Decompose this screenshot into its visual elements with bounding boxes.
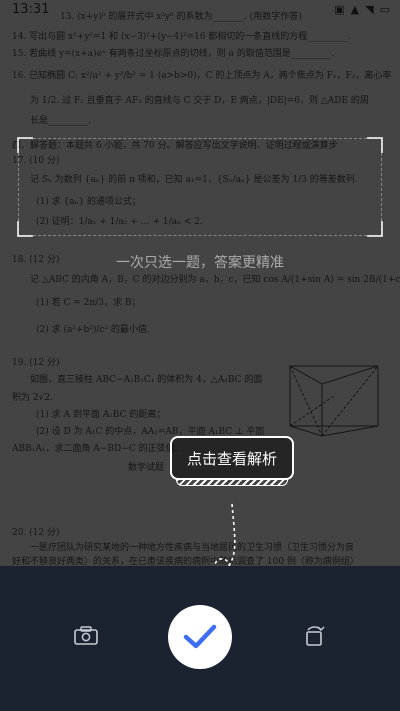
- camera-switch-icon: [74, 626, 98, 645]
- signal-icon: ▲: [350, 3, 360, 16]
- rotate-button[interactable]: [300, 624, 328, 648]
- doc-line: 记 △ABC 的内角 A，B，C 的对边分别为 a，b，c，已知 cos A/(…: [30, 275, 400, 285]
- frame-corner-handle[interactable]: [17, 137, 33, 153]
- doc-line: 为 1/2. 过 F₁ 且垂直于 AF₂ 的直线与 C 交于 D，E 两点，|D…: [30, 96, 369, 106]
- doc-line: 19. (12 分): [12, 358, 60, 368]
- camera-switch-button[interactable]: [72, 624, 100, 648]
- frame-corner-handle[interactable]: [367, 221, 383, 237]
- view-analysis-button[interactable]: 点击查看解析: [170, 436, 294, 486]
- doc-line: 积为 2√2.: [12, 393, 53, 403]
- rotate-icon: [306, 626, 325, 646]
- status-icons: ▣ ▲ ◥ ▭: [334, 3, 390, 16]
- doc-line: (1) 若 C = 2π/3，求 B；: [36, 298, 141, 308]
- doc-line: 15. 若曲线 y=(x+a)eˣ 有两条过坐标原点的切线，则 a 的取值范围是…: [12, 49, 335, 59]
- checkmark-icon: [183, 624, 217, 649]
- frame-corner-handle[interactable]: [17, 221, 33, 237]
- confirm-button[interactable]: [168, 605, 232, 669]
- doc-line: 如图，直三棱柱 ABC−A₁B₁C₁ 的体积为 4，△A₁BC 的面: [30, 375, 263, 385]
- status-time: 13:31: [12, 2, 50, 17]
- doc-line: ABB₁A₁，求二面角 A−BD−C 的正弦值.: [12, 444, 178, 454]
- doc-line: 一医疗团队为研究某地的一种地方性疾病与当地居民的卫生习惯（卫生习惯分为良: [30, 543, 355, 553]
- doc-line: 20. (12 分): [12, 528, 60, 538]
- doc-line: 16. 已知椭圆 C: x²/a² + y²/b² = 1 (a>b>0)，C …: [12, 71, 392, 81]
- doc-line: 好和不够良好两类）的关系，在已患该疾病的病例中随机调查了 100 例（称为病例组…: [12, 557, 359, 566]
- doc-line: 长是_________.: [30, 116, 92, 126]
- battery-icon: ▭: [379, 3, 390, 16]
- doc-line: (1) 求 A 到平面 A₁BC 的距离；: [36, 410, 166, 420]
- wifi-icon: ◥: [365, 3, 374, 16]
- selection-frame[interactable]: [17, 137, 383, 237]
- doc-footer: 数学试题: [128, 463, 165, 473]
- frame-corner-handle[interactable]: [367, 137, 383, 153]
- doc-line: 14. 写出与圆 x²+y²=1 和 (x−3)²+(y−4)²=16 都相切的…: [12, 32, 351, 42]
- doc-line: (2) 求 (a²+b²)/c² 的最小值.: [36, 325, 150, 335]
- notification-icon: ▣: [334, 3, 345, 16]
- doc-line: 13. (x+y)⁸ 的展开式中 x²y⁶ 的系数为_______. (用数字作…: [60, 12, 302, 22]
- hint-text: 一次只选一题，答案更精准: [116, 255, 284, 271]
- prism-figure: [288, 365, 379, 437]
